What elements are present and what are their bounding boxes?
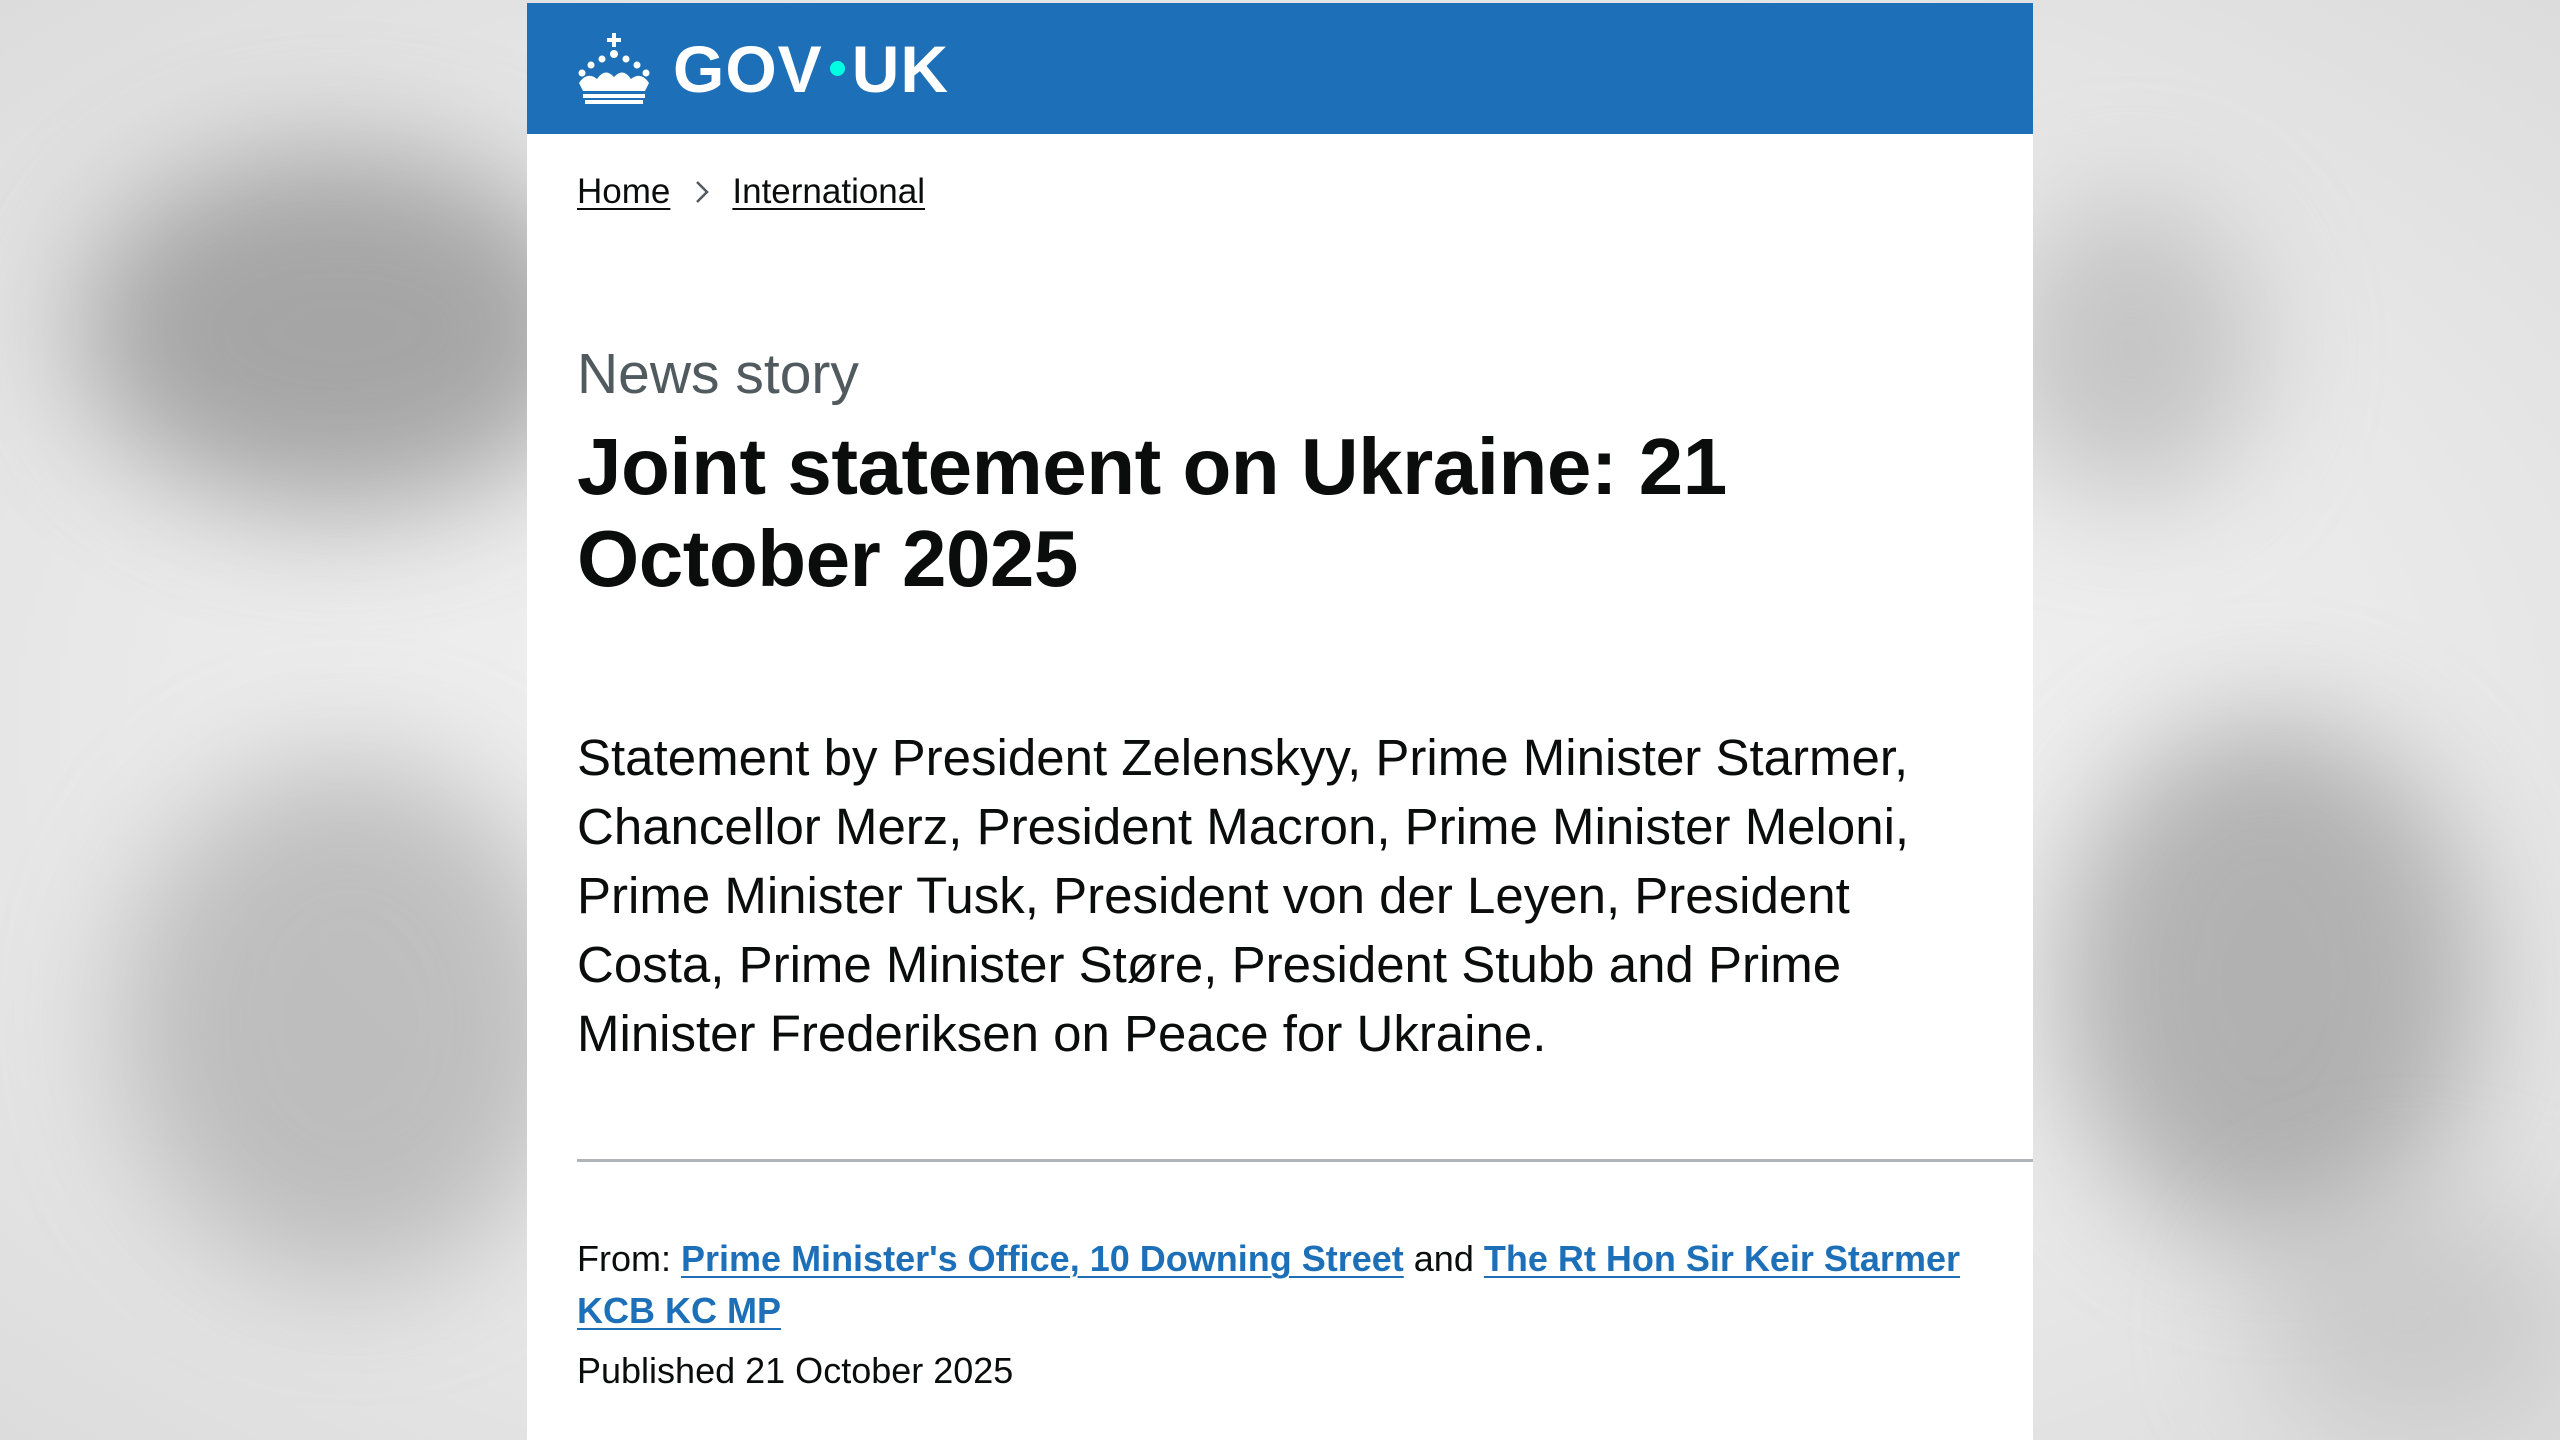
site-header: GOV UK xyxy=(527,3,2033,134)
logo-dot xyxy=(829,61,845,76)
background-blur-shape xyxy=(2250,1200,2560,1440)
chevron-right-icon xyxy=(696,181,710,203)
background-blur-shape xyxy=(120,760,580,1280)
gov-uk-logo[interactable]: GOV UK xyxy=(673,36,949,102)
link-prime-ministers-office[interactable]: Prime Minister's Office, 10 Downing Stre… xyxy=(681,1238,1404,1279)
page-caption: News story xyxy=(577,342,859,406)
logo-text-gov: GOV xyxy=(673,31,823,106)
from-conjunction: and xyxy=(1413,1238,1474,1279)
lead-paragraph: Statement by President Zelenskyy, Prime … xyxy=(577,729,1910,1062)
published-date: 21 October 2025 xyxy=(745,1350,1014,1391)
from-metadata: From: Prime Minister's Office, 10 Downin… xyxy=(577,1233,1997,1337)
page-title: Joint statement on Ukraine: 21 October 2… xyxy=(577,422,1727,603)
published-label: Published xyxy=(577,1350,736,1391)
section-divider xyxy=(577,1159,2033,1162)
from-label: From: xyxy=(577,1238,671,1279)
background-blur-shape xyxy=(80,150,600,510)
logo-text-uk: UK xyxy=(851,31,950,106)
crown-icon xyxy=(578,32,650,104)
breadcrumb-link-home[interactable]: Home xyxy=(577,172,670,212)
background-blur-shape xyxy=(2060,720,2480,1240)
published-metadata: Published 21 October 2025 xyxy=(577,1350,1013,1392)
breadcrumb-link-international[interactable]: International xyxy=(732,172,925,212)
background-blur-shape xyxy=(2000,200,2260,500)
gov-uk-page: GOV UK Home International News story Joi… xyxy=(527,3,2033,1440)
breadcrumb: Home International xyxy=(577,172,925,212)
